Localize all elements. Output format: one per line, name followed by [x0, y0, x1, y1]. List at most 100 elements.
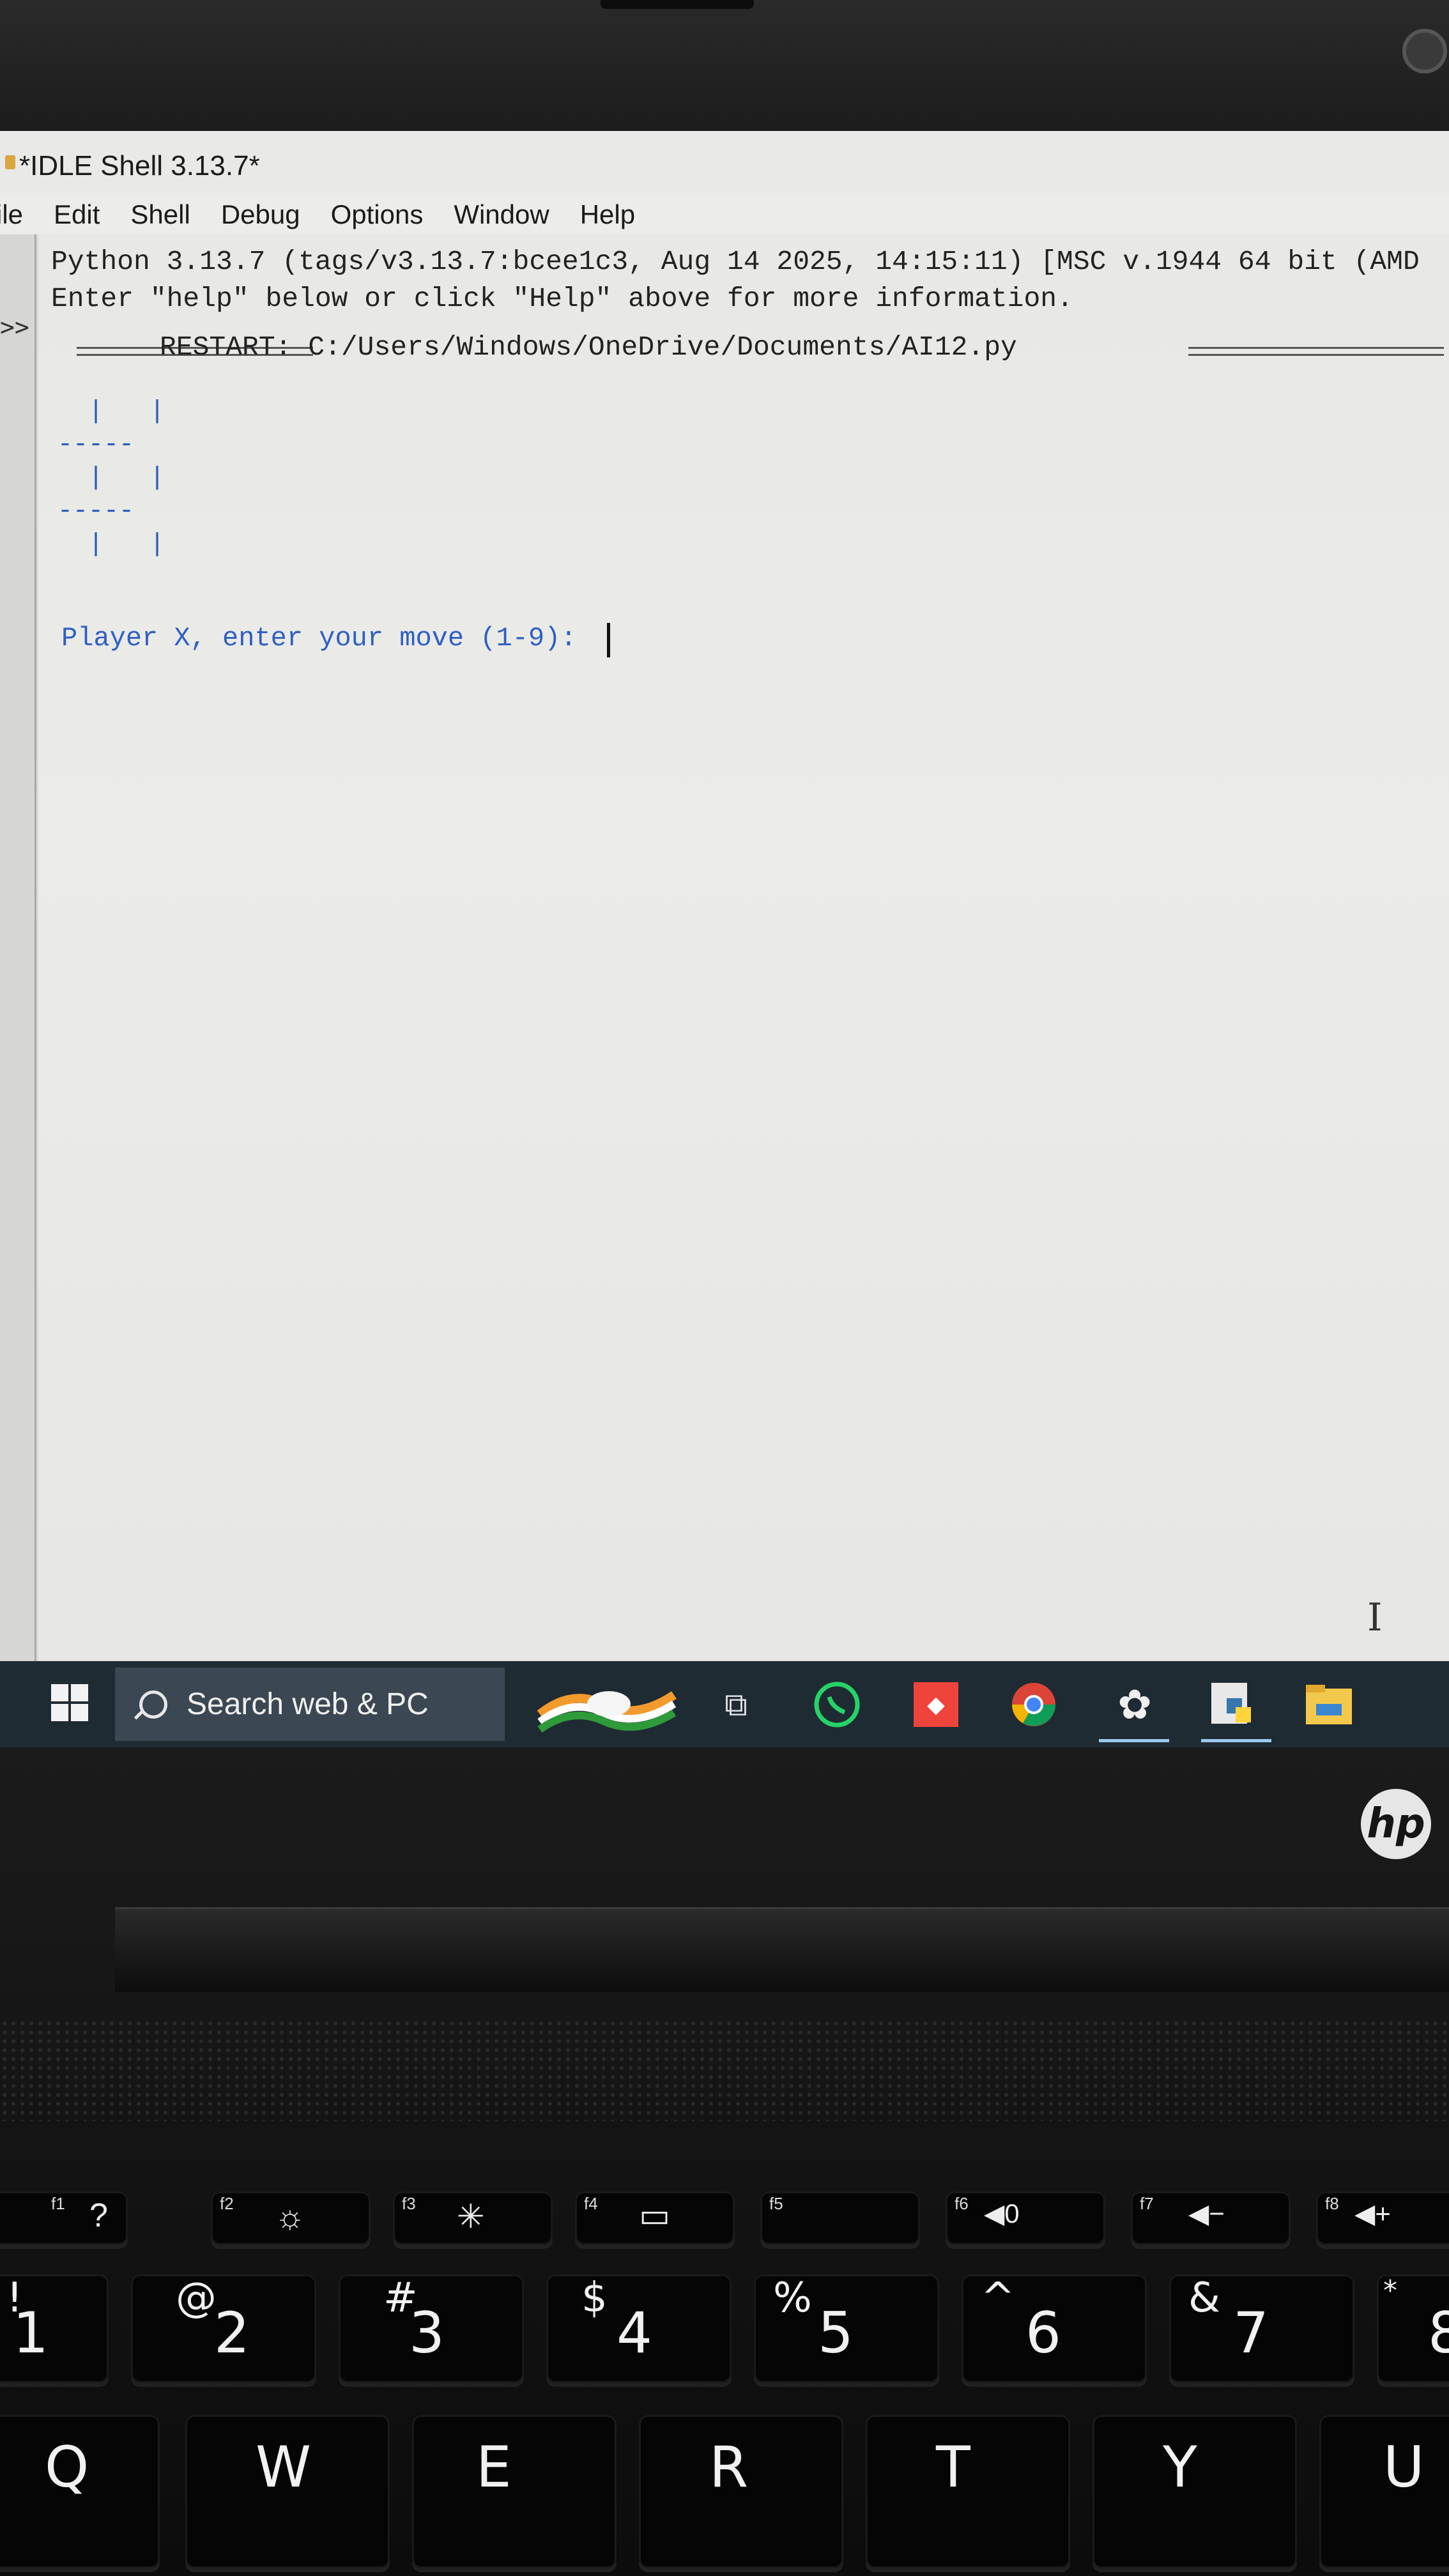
- key-u[interactable]: U: [1319, 2415, 1449, 2568]
- key-w[interactable]: W: [185, 2415, 390, 2568]
- key-f6-symbol: ◀0: [984, 2198, 1020, 2228]
- key-y-label: Y: [1163, 2434, 1197, 2500]
- menu-file[interactable]: ile: [0, 199, 23, 230]
- key-f8-label: f8: [1325, 2194, 1339, 2213]
- text-cursor: [607, 623, 610, 657]
- key-t-label: T: [936, 2434, 970, 2500]
- key-6[interactable]: ^ 6: [962, 2274, 1147, 2383]
- whatsapp-icon[interactable]: [811, 1679, 862, 1730]
- key-f4-label: f4: [584, 2194, 598, 2213]
- key-f4[interactable]: f4 ▭: [575, 2191, 735, 2245]
- chatgpt-active-indicator: [1099, 1739, 1169, 1742]
- screen: *IDLE Shell 3.13.7* ile Edit Shell Debug…: [0, 131, 1449, 1747]
- anydesk-icon[interactable]: ◆: [910, 1679, 962, 1730]
- key-1[interactable]: ! 1: [0, 2274, 109, 2383]
- key-3-label: 3: [409, 2300, 445, 2366]
- key-7[interactable]: & 7: [1169, 2274, 1354, 2383]
- window-title: *IDLE Shell 3.13.7*: [19, 150, 260, 181]
- chatgpt-icon[interactable]: ✿: [1109, 1679, 1160, 1730]
- key-1-label: 1: [13, 2300, 49, 2366]
- key-8[interactable]: * 8: [1377, 2274, 1449, 2383]
- restart-line: RESTART: C:/Users/Windows/OneDrive/Docum…: [160, 332, 1017, 363]
- shell-text-area[interactable]: Python 3.13.7 (tags/v3.13.7:bcee1c3, Aug…: [38, 234, 1449, 1747]
- key-3[interactable]: # 3: [339, 2274, 524, 2383]
- prompt-gutter: >>: [0, 234, 36, 1747]
- input-prompt: Player X, enter your move (1-9):: [61, 623, 593, 654]
- key-e-label: E: [476, 2434, 512, 2500]
- key-2[interactable]: @ 2: [131, 2274, 316, 2383]
- shell-area: >> Python 3.13.7 (tags/v3.13.7:bcee1c3, …: [0, 234, 1449, 1747]
- key-8-shift: *: [1383, 2274, 1397, 2307]
- file-explorer-icon[interactable]: [1303, 1679, 1354, 1730]
- key-w-label: W: [256, 2434, 312, 2500]
- windows-icon[interactable]: [51, 1684, 89, 1722]
- key-r-label: R: [709, 2434, 749, 2500]
- key-f6[interactable]: f6 ◀0: [946, 2191, 1105, 2245]
- key-f4-symbol: ▭: [639, 2197, 671, 2234]
- key-7-label: 7: [1233, 2300, 1269, 2366]
- key-y[interactable]: Y: [1092, 2415, 1297, 2568]
- title-bar: *IDLE Shell 3.13.7*: [0, 131, 1449, 196]
- python-icon[interactable]: [1208, 1679, 1259, 1730]
- key-f3-symbol: ✳: [457, 2198, 485, 2235]
- key-6-label: 6: [1025, 2300, 1061, 2366]
- menu-edit[interactable]: Edit: [54, 199, 100, 230]
- key-t[interactable]: T: [866, 2415, 1070, 2568]
- menu-window[interactable]: Window: [454, 199, 549, 230]
- key-f1[interactable]: f1 ?: [0, 2191, 128, 2245]
- banner-version-line: Python 3.13.7 (tags/v3.13.7:bcee1c3, Aug…: [51, 246, 1420, 277]
- key-q-label: Q: [45, 2434, 89, 2500]
- key-4-label: 4: [617, 2300, 652, 2366]
- key-4[interactable]: $ 4: [546, 2274, 732, 2383]
- taskbar: Search web & PC ⧉ ◆ ✿: [0, 1661, 1449, 1747]
- key-4-shift: $: [581, 2274, 608, 2322]
- webcam: [1402, 29, 1447, 73]
- tic-tac-toe-board: | | ----- | | ----- | |: [57, 397, 165, 559]
- menu-options[interactable]: Options: [331, 199, 424, 230]
- key-f6-label: f6: [954, 2194, 969, 2213]
- key-f2[interactable]: f2 ☼: [211, 2191, 371, 2245]
- shell-prompt: >>: [0, 313, 29, 341]
- key-f3[interactable]: f3 ✳: [393, 2191, 553, 2245]
- hinge: [115, 1907, 1449, 1992]
- menu-shell[interactable]: Shell: [130, 199, 190, 230]
- key-f3-label: f3: [402, 2194, 416, 2213]
- hp-logo: hp: [1361, 1789, 1431, 1859]
- key-r[interactable]: R: [639, 2415, 843, 2568]
- key-u-label: U: [1383, 2434, 1425, 2500]
- key-f2-symbol: ☼: [275, 2198, 305, 2235]
- key-f7[interactable]: f7 ◀−: [1131, 2191, 1291, 2245]
- search-box[interactable]: Search web & PC: [115, 1667, 505, 1741]
- key-f7-label: f7: [1140, 2194, 1154, 2213]
- banner-help-line: Enter "help" below or click "Help" above…: [51, 283, 1073, 314]
- key-f1-label: f1: [51, 2194, 65, 2213]
- menu-debug[interactable]: Debug: [221, 199, 300, 230]
- key-2-label: 2: [214, 2300, 250, 2366]
- key-e[interactable]: E: [412, 2415, 617, 2568]
- key-q[interactable]: Q: [0, 2415, 160, 2568]
- idle-app-icon: [5, 155, 15, 169]
- key-f8-symbol: ◀+: [1354, 2198, 1391, 2228]
- laptop-bezel: [0, 0, 1449, 134]
- key-f1-symbol: ?: [89, 2197, 108, 2234]
- speaker-grille: [0, 2019, 1449, 2121]
- key-2-shift: @: [176, 2274, 217, 2322]
- mouse-ibeam-cursor-icon: I: [1367, 1595, 1383, 1640]
- key-f2-label: f2: [220, 2194, 234, 2213]
- key-f7-symbol: ◀−: [1188, 2198, 1225, 2228]
- key-5[interactable]: % 5: [754, 2274, 939, 2383]
- task-view-icon[interactable]: ⧉: [710, 1679, 762, 1730]
- key-f5[interactable]: f5: [760, 2191, 920, 2245]
- key-8-label: 8: [1428, 2300, 1449, 2366]
- bezel-notch: [601, 0, 754, 9]
- flag-icon[interactable]: [530, 1679, 684, 1733]
- key-f5-label: f5: [769, 2194, 783, 2213]
- key-5-shift: %: [773, 2274, 812, 2322]
- restart-rule-right: [1188, 347, 1444, 356]
- search-icon: [139, 1690, 167, 1719]
- python-active-indicator: [1201, 1739, 1271, 1742]
- key-f8[interactable]: f8 ◀+: [1316, 2191, 1449, 2245]
- menu-help[interactable]: Help: [580, 199, 635, 230]
- key-7-shift: &: [1188, 2274, 1220, 2322]
- chrome-icon[interactable]: [1008, 1679, 1059, 1730]
